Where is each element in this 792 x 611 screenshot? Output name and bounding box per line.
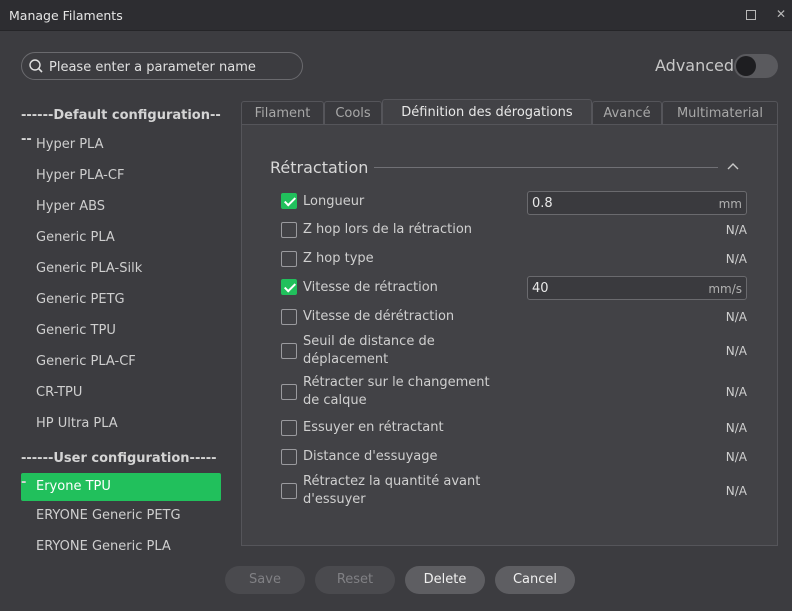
- setting-label: Seuil de distance de déplacement: [303, 334, 435, 367]
- tab-advanced[interactable]: Avancé: [592, 101, 662, 125]
- setting-row: Z hop type N/A: [281, 250, 751, 270]
- field-value: 40: [532, 281, 549, 296]
- value-na: N/A: [725, 484, 747, 498]
- field-unit: mm: [718, 197, 742, 211]
- value-na: N/A: [725, 421, 747, 435]
- delete-button[interactable]: Delete: [405, 566, 485, 594]
- setting-label: Vitesse de rétraction: [303, 280, 438, 295]
- list-item[interactable]: Hyper PLA: [21, 131, 221, 162]
- setting-row: Seuil de distance de déplacement N/A: [281, 333, 751, 371]
- override-checkbox[interactable]: [281, 343, 297, 359]
- override-checkbox[interactable]: [281, 193, 297, 209]
- override-checkbox[interactable]: [281, 420, 297, 436]
- filament-list: ------Default configuration---- Hyper PL…: [21, 104, 221, 550]
- search-input[interactable]: [49, 57, 297, 77]
- advanced-label: Advanced: [655, 56, 735, 75]
- value-na: N/A: [725, 344, 747, 358]
- setting-label: Vitesse de dérétraction: [303, 309, 455, 324]
- reset-button[interactable]: Reset: [315, 566, 395, 594]
- value-na: N/A: [725, 450, 747, 464]
- value-na: N/A: [725, 310, 747, 324]
- override-checkbox[interactable]: [281, 449, 297, 465]
- list-item[interactable]: ERYONE Generic PLA: [21, 533, 221, 550]
- field-value: 0.8: [532, 196, 553, 211]
- value-na: N/A: [725, 223, 747, 237]
- tab-filament[interactable]: Filament: [241, 101, 324, 125]
- group-divider: [374, 167, 718, 168]
- setting-label: Rétracter sur le changement de calque: [303, 375, 490, 408]
- group-title: Rétractation: [270, 158, 369, 177]
- settings-panel: Rétractation Longueur 0.8 mm Z hop lors …: [241, 124, 778, 546]
- setting-label: Distance d'essuyage: [303, 449, 438, 464]
- search-box[interactable]: [21, 52, 303, 80]
- setting-label: Longueur: [303, 194, 365, 209]
- override-checkbox[interactable]: [281, 384, 297, 400]
- setting-row: Z hop lors de la rétraction N/A: [281, 221, 751, 241]
- setting-row: Rétractez la quantité avant d'essuyer N/…: [281, 473, 751, 511]
- tab-bar: Filament Cools Définition des dérogation…: [241, 99, 778, 125]
- list-item[interactable]: HP Ultra PLA: [21, 410, 221, 441]
- length-input[interactable]: 0.8 mm: [527, 191, 747, 215]
- value-na: N/A: [725, 385, 747, 399]
- field-unit: mm/s: [708, 282, 742, 296]
- setting-row: Rétracter sur le changement de calque N/…: [281, 374, 751, 412]
- title-bar: Manage Filaments ✕: [0, 0, 792, 31]
- list-item[interactable]: Generic PLA-CF: [21, 348, 221, 379]
- setting-label: Essuyer en rétractant: [303, 420, 444, 435]
- setting-row: Vitesse de rétraction 40 mm/s: [281, 276, 751, 300]
- setting-row: Longueur 0.8 mm: [281, 191, 751, 215]
- value-na: N/A: [725, 252, 747, 266]
- setting-row: Vitesse de dérétraction N/A: [281, 308, 751, 328]
- override-checkbox[interactable]: [281, 251, 297, 267]
- list-item[interactable]: Hyper ABS: [21, 193, 221, 224]
- override-checkbox[interactable]: [281, 279, 297, 295]
- list-item[interactable]: CR-TPU: [21, 379, 221, 410]
- list-item[interactable]: Generic PETG: [21, 286, 221, 317]
- list-item[interactable]: Generic PLA-Silk: [21, 255, 221, 286]
- search-icon: [29, 59, 43, 73]
- user-config-header: ------User configuration------: [21, 451, 217, 490]
- advanced-toggle[interactable]: [734, 54, 778, 78]
- cancel-button[interactable]: Cancel: [495, 566, 575, 594]
- setting-label: Z hop lors de la rétraction: [303, 222, 473, 237]
- setting-row: Essuyer en rétractant N/A: [281, 419, 751, 439]
- override-checkbox[interactable]: [281, 483, 297, 499]
- save-button[interactable]: Save: [225, 566, 305, 594]
- list-item[interactable]: ERYONE Generic PETG: [21, 502, 221, 533]
- retraction-speed-input[interactable]: 40 mm/s: [527, 276, 747, 300]
- tab-cools[interactable]: Cools: [324, 101, 382, 125]
- setting-label: Z hop type: [303, 251, 374, 266]
- maximize-icon[interactable]: [744, 7, 758, 21]
- override-checkbox[interactable]: [281, 309, 297, 325]
- setting-label: Rétractez la quantité avant d'essuyer: [303, 474, 481, 507]
- window-title: Manage Filaments: [9, 8, 123, 23]
- list-item[interactable]: Generic TPU: [21, 317, 221, 348]
- setting-row: Distance d'essuyage N/A: [281, 448, 751, 468]
- list-item[interactable]: Generic PLA: [21, 224, 221, 255]
- tab-overrides[interactable]: Définition des dérogations: [382, 99, 592, 124]
- close-icon[interactable]: ✕: [774, 7, 788, 21]
- toggle-knob: [736, 56, 756, 76]
- chevron-up-icon[interactable]: [726, 160, 740, 172]
- list-item[interactable]: Hyper PLA-CF: [21, 162, 221, 193]
- default-config-header: ------Default configuration----: [21, 108, 221, 147]
- override-checkbox[interactable]: [281, 222, 297, 238]
- tab-multimaterial[interactable]: Multimaterial: [662, 101, 778, 125]
- list-item-selected[interactable]: Eryone TPU: [21, 473, 221, 501]
